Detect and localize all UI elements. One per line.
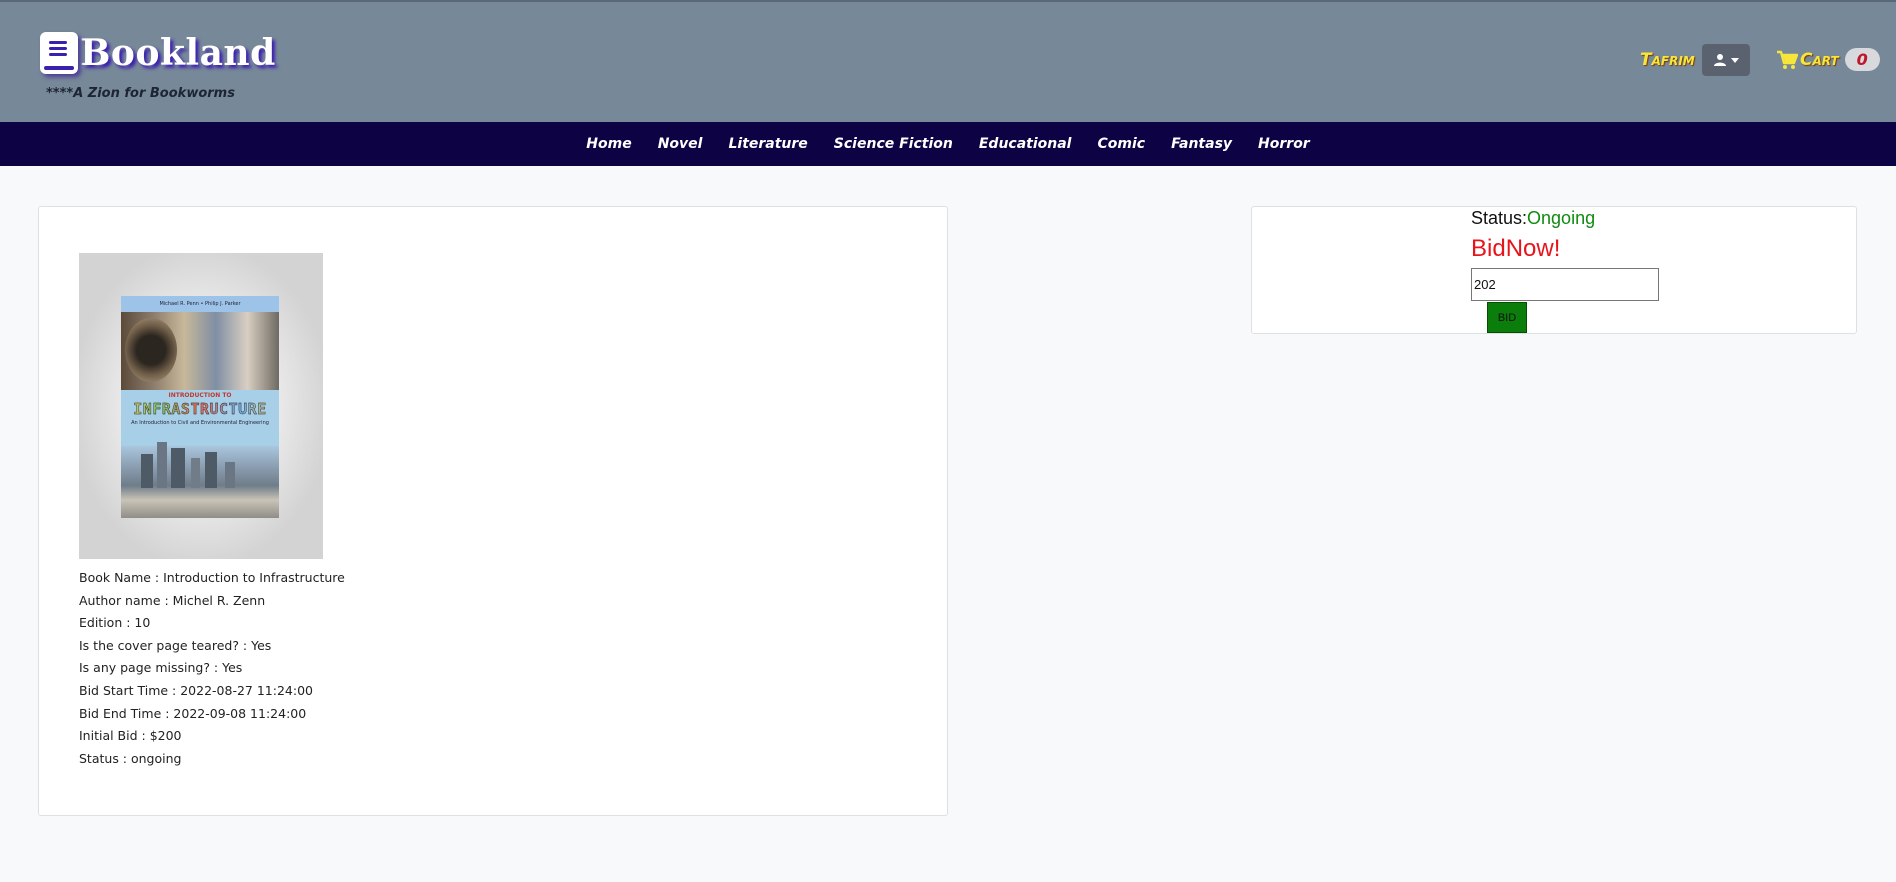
user-icon — [1714, 54, 1726, 66]
bid-status: Status:Ongoing — [1471, 208, 1595, 229]
nav-item-novel[interactable]: Novel — [645, 136, 716, 152]
user-menu-button[interactable] — [1702, 44, 1750, 76]
book-details-card: Michael R. Penn • Philip J. Parker INTRO… — [38, 206, 948, 816]
book-cover-image: Michael R. Penn • Philip J. Parker INTRO… — [121, 296, 279, 518]
book-info-list: Book Name : Introduction to Infrastructu… — [79, 567, 345, 770]
book-name: Book Name : Introduction to Infrastructu… — [79, 570, 345, 585]
chevron-down-icon — [1731, 57, 1739, 63]
site-tagline: ****A Zion for Bookworms — [46, 86, 235, 101]
cover-authors: Michael R. Penn • Philip J. Parker — [121, 296, 279, 312]
nav-item-fantasy[interactable]: Fantasy — [1158, 136, 1245, 152]
bid-button[interactable]: BID — [1487, 302, 1527, 333]
cart-link[interactable]: Cart 0 — [1776, 48, 1880, 71]
page-missing: Is any page missing? : Yes — [79, 660, 243, 676]
nav-item-literature[interactable]: Literature — [715, 136, 820, 152]
cart-count-badge: 0 — [1844, 48, 1880, 71]
site-header: Bookland ****A Zion for Bookworms Tafrim… — [0, 0, 1896, 122]
category-nav: Home Novel Literature Science Fiction Ed… — [0, 122, 1896, 166]
bid-heading: BidNow! — [1471, 235, 1561, 262]
cover-subtitle: An Introduction to Civil and Environment… — [131, 420, 269, 426]
nav-item-comic[interactable]: Comic — [1084, 136, 1158, 152]
cover-intro: INTRODUCTION TO — [168, 392, 232, 399]
nav-item-home[interactable]: Home — [573, 136, 644, 152]
book-cover-frame: Michael R. Penn • Philip J. Parker INTRO… — [79, 253, 323, 559]
cover-title: INFRASTRUCTURE — [121, 400, 279, 418]
cart-label: Cart — [1800, 49, 1839, 70]
edition: Edition : 10 — [79, 615, 151, 631]
bid-panel: Status:Ongoing BidNow! 202 BID — [1251, 206, 1857, 334]
bid-end-time: Bid End Time : 2022-09-08 11:24:00 — [79, 705, 307, 721]
book-status: Status : ongoing — [79, 750, 182, 766]
cover-teared: Is the cover page teared? : Yes — [79, 637, 272, 653]
nav-item-educational[interactable]: Educational — [966, 136, 1085, 152]
nav-item-science-fiction[interactable]: Science Fiction — [821, 136, 966, 152]
logo-text: Bookland — [80, 32, 276, 74]
author-name: Author name : Michel R. Zenn — [79, 592, 266, 608]
nav-item-horror[interactable]: Horror — [1245, 136, 1323, 152]
site-logo[interactable]: Bookland — [40, 32, 276, 74]
initial-bid: Initial Bid : $200 — [79, 728, 182, 744]
bid-amount-input[interactable]: 202 — [1471, 268, 1659, 301]
bid-start-time: Bid Start Time : 2022-08-27 11:24:00 — [79, 682, 313, 698]
user-name[interactable]: Tafrim — [1640, 50, 1695, 70]
book-icon — [40, 32, 78, 74]
bid-status-value: Ongoing — [1527, 208, 1596, 228]
cart-icon — [1777, 50, 1798, 69]
bid-status-label: Status: — [1471, 208, 1528, 228]
